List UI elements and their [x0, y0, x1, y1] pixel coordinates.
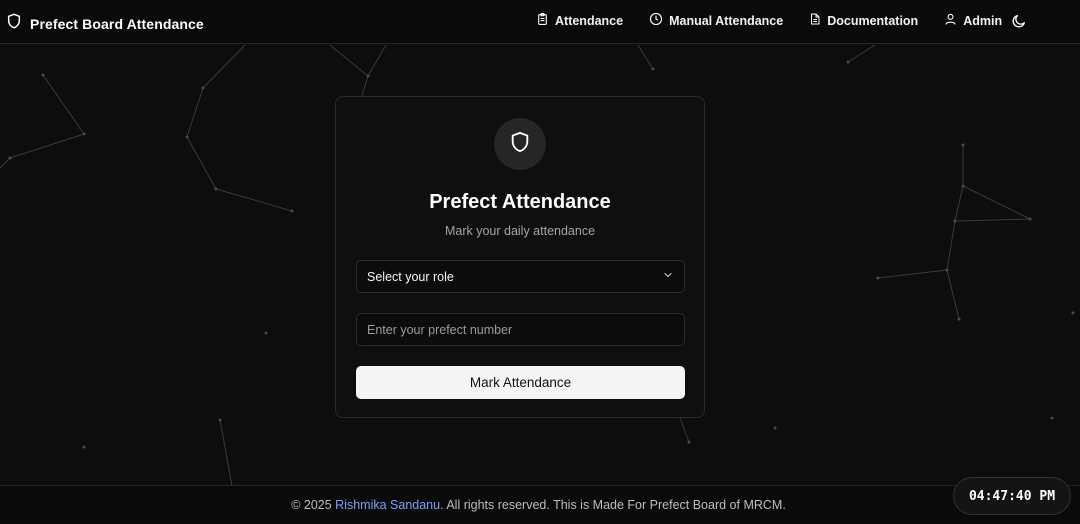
user-icon: [944, 12, 957, 29]
footer: © 2025 Rishmika Sandanu. All rights rese…: [0, 485, 1080, 524]
mark-attendance-button[interactable]: Mark Attendance: [356, 366, 685, 399]
document-icon: [809, 12, 821, 29]
shield-icon: [6, 12, 22, 35]
nav-item-manual-attendance[interactable]: Manual Attendance: [649, 12, 783, 29]
role-select-value: Select your role: [367, 269, 454, 284]
clipboard-icon: [536, 12, 549, 29]
nav-item-label: Documentation: [827, 13, 919, 28]
brand-title: Prefect Board Attendance: [30, 15, 204, 32]
footer-rights: . All rights reserved. This is Made For …: [440, 498, 786, 512]
nav-item-label: Manual Attendance: [669, 13, 784, 28]
nav-item-label: Attendance: [555, 13, 624, 28]
prefect-number-input[interactable]: [356, 313, 685, 346]
chevron-down-icon: [662, 268, 674, 286]
brand[interactable]: Prefect Board Attendance: [6, 12, 204, 35]
card-subtitle: Mark your daily attendance: [444, 224, 596, 238]
attendance-card: Prefect Attendance Mark your daily atten…: [335, 96, 705, 418]
nav-links: Attendance Manual Attendance Documentati…: [536, 12, 1028, 29]
footer-text: © 2025 Rishmika Sandanu. All rights rese…: [291, 498, 786, 512]
card-title: Prefect Attendance: [429, 191, 611, 213]
nav-item-admin[interactable]: Admin: [944, 12, 1002, 29]
nav-item-attendance[interactable]: Attendance: [536, 12, 623, 29]
shield-icon: [509, 130, 531, 159]
footer-copyright: © 2025: [291, 498, 336, 512]
top-navbar: Prefect Board Attendance Attendance Manu…: [0, 0, 1080, 44]
card-shield-badge: [494, 118, 546, 170]
nav-item-documentation[interactable]: Documentation: [809, 12, 918, 29]
author-link[interactable]: Rishmika Sandanu: [335, 498, 440, 512]
theme-toggle-button[interactable]: [1011, 13, 1027, 34]
clock-widget: 04:47:40 PM: [953, 477, 1071, 515]
moon-icon: [1011, 15, 1027, 33]
role-select[interactable]: Select your role: [356, 260, 685, 293]
nav-item-label: Admin: [963, 13, 1003, 28]
clock-icon: [649, 12, 663, 29]
